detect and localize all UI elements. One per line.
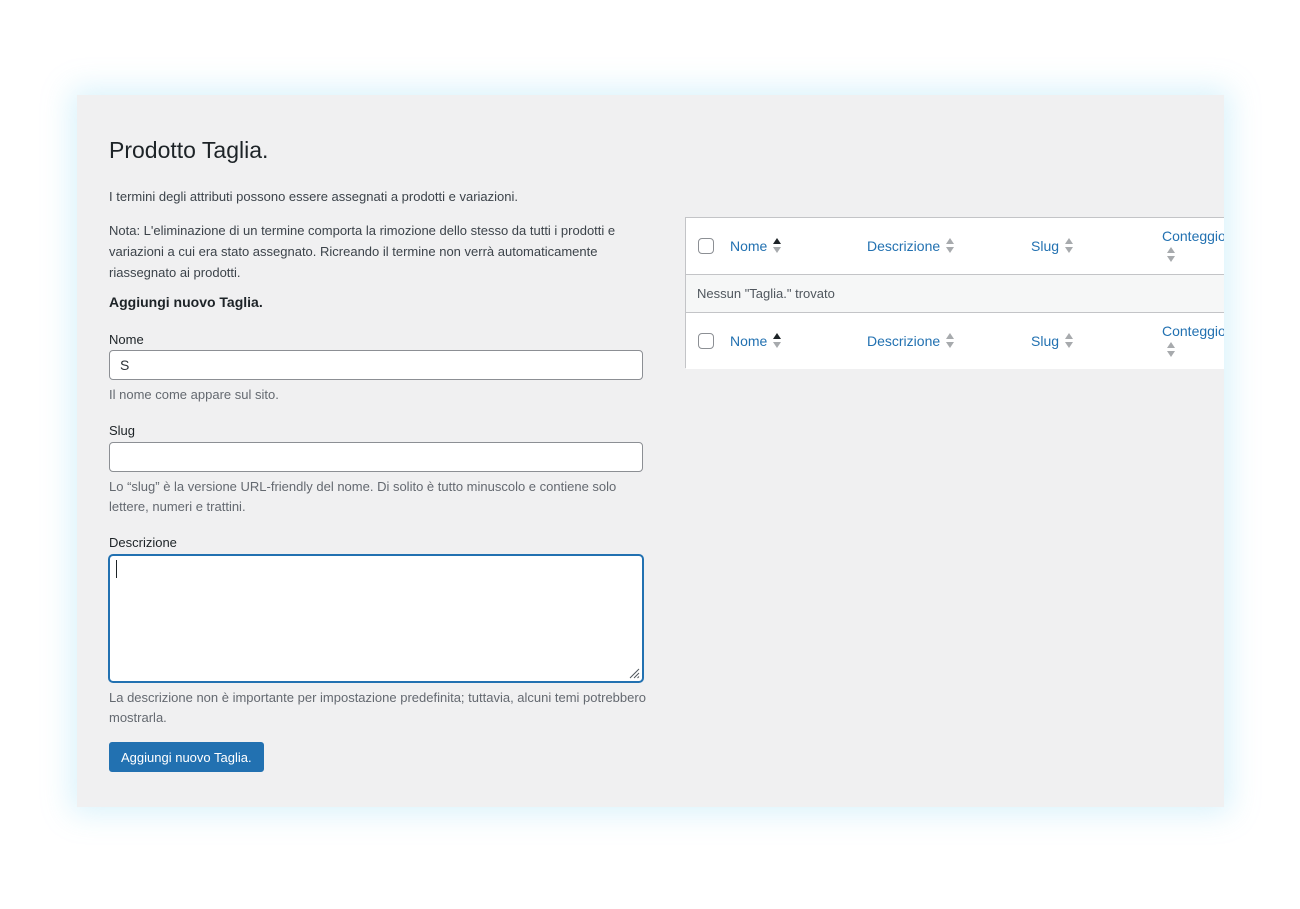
column-name-sort[interactable]: Nome	[730, 218, 782, 274]
empty-table-row: Nessun "Taglia." trovato	[686, 275, 1224, 312]
footer-column-description-sort[interactable]: Descrizione	[867, 313, 955, 369]
sort-icon	[1167, 247, 1176, 263]
footer-column-slug-label: Slug	[1031, 333, 1060, 349]
intro-text: I termini degli attributi possono essere…	[109, 189, 518, 204]
footer-column-count-label: Conteggio	[1162, 323, 1224, 339]
column-name-label: Nome	[730, 238, 768, 254]
add-term-button[interactable]: Aggiungi nuovo Taglia.	[109, 742, 264, 772]
slug-input[interactable]	[109, 442, 643, 472]
add-term-heading: Aggiungi nuovo Taglia.	[109, 294, 263, 310]
footer-column-name-label: Nome	[730, 333, 768, 349]
name-label: Nome	[109, 332, 144, 347]
name-input[interactable]	[109, 350, 643, 380]
description-textarea[interactable]	[109, 555, 643, 682]
sort-ascending-icon	[773, 238, 782, 254]
slug-label: Slug	[109, 423, 136, 438]
note-text: Nota: L'eliminazione di un termine compo…	[109, 223, 616, 280]
terms-table: Nome Descrizione Slug Conteggio Nessun "…	[685, 217, 1224, 369]
text-caret	[116, 560, 117, 578]
slug-help: Lo “slug” è la versione URL-friendly del…	[109, 479, 617, 514]
description-help: La descrizione non è importante per impo…	[109, 690, 646, 725]
sort-icon	[1167, 342, 1176, 358]
column-slug-sort[interactable]: Slug	[1031, 218, 1074, 274]
resize-grip-icon[interactable]	[628, 667, 640, 679]
column-count-sort[interactable]: Conteggio	[1162, 228, 1224, 263]
footer-column-description-label: Descrizione	[867, 333, 941, 349]
select-all-checkbox[interactable]	[698, 238, 714, 254]
sort-icon	[946, 238, 955, 254]
footer-column-count-sort[interactable]: Conteggio	[1162, 323, 1224, 358]
sort-ascending-icon	[773, 333, 782, 349]
column-description-sort[interactable]: Descrizione	[867, 218, 955, 274]
admin-page: Prodotto Taglia. I termini degli attribu…	[77, 95, 1224, 807]
footer-column-slug-sort[interactable]: Slug	[1031, 313, 1074, 369]
column-count-label: Conteggio	[1162, 228, 1224, 244]
column-slug-label: Slug	[1031, 238, 1060, 254]
sort-icon	[946, 333, 955, 349]
name-help: Il nome come appare sul sito.	[109, 387, 279, 402]
sort-icon	[1065, 333, 1074, 349]
table-header: Nome Descrizione Slug Conteggio	[686, 218, 1224, 275]
select-all-checkbox-footer[interactable]	[698, 333, 714, 349]
table-footer: Nome Descrizione Slug Conteggio	[686, 312, 1224, 369]
footer-column-name-sort[interactable]: Nome	[730, 313, 782, 369]
column-description-label: Descrizione	[867, 238, 941, 254]
page-title: Prodotto Taglia.	[109, 137, 269, 163]
description-label: Descrizione	[109, 535, 177, 550]
sort-icon	[1065, 238, 1074, 254]
